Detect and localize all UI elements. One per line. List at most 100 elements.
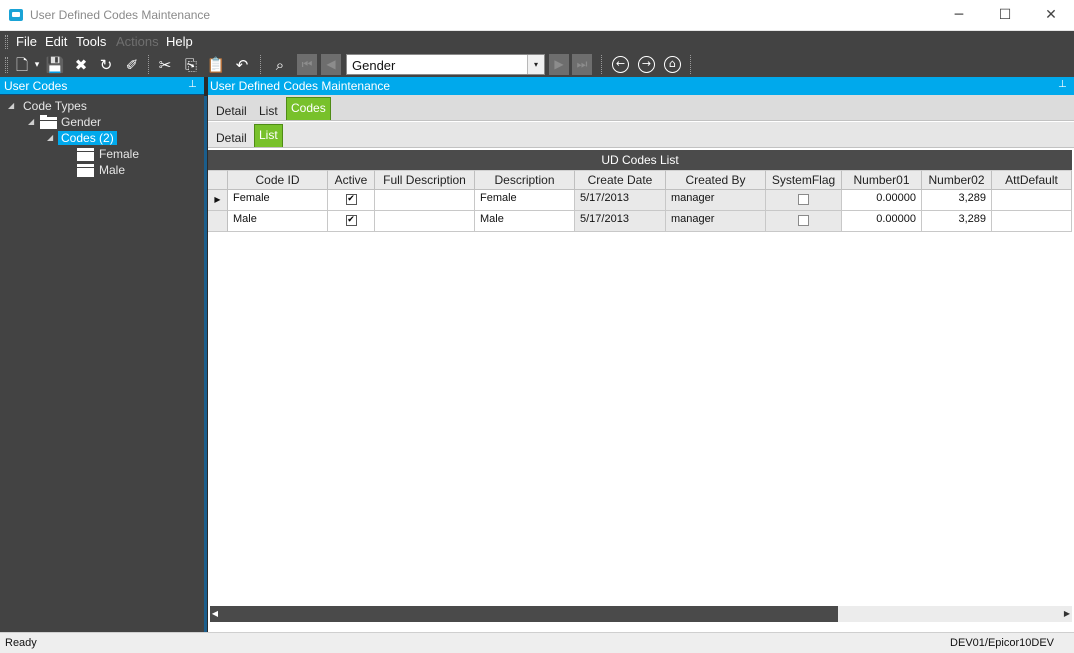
column-header-att-default[interactable]: AttDefault xyxy=(992,170,1072,190)
toolbar: 🗋 ▾ 💾 ✖ ↻ ✐ ✂ ⎘ 📋 ↶ ⌕ ⏮ ◀ Gender ▾ ▶ ⏭ ←… xyxy=(0,52,1074,77)
column-header-created-by[interactable]: Created By xyxy=(666,170,766,190)
record-select[interactable]: Gender ▾ xyxy=(346,54,545,75)
column-header-code-id[interactable]: Code ID xyxy=(228,170,328,190)
paste-icon[interactable]: 📋 xyxy=(206,55,226,75)
horizontal-scrollbar[interactable]: ◀ ▶ xyxy=(210,606,1072,622)
subtab-detail[interactable]: Detail xyxy=(216,131,247,145)
cell-code-id[interactable]: Female xyxy=(228,190,328,211)
cell-number01[interactable]: 0.00000 xyxy=(842,190,922,211)
table-row[interactable]: Male ✔ Male 5/17/2013 manager 0.00000 3,… xyxy=(208,211,1072,232)
active-checkbox[interactable]: ✔ xyxy=(345,194,357,205)
cell-created-by: manager xyxy=(666,190,766,211)
cell-description[interactable]: Male xyxy=(475,211,575,232)
toolbar-grip[interactable] xyxy=(5,57,8,73)
scroll-right-icon[interactable]: ▶ xyxy=(1062,606,1072,622)
record-select-value: Gender xyxy=(352,58,396,73)
user-codes-title: User Codes xyxy=(4,79,68,93)
row-selector-icon[interactable]: ▶ xyxy=(208,190,228,211)
maintenance-title: User Defined Codes Maintenance xyxy=(210,79,391,93)
main-tabs: Detail List Codes xyxy=(208,95,1074,121)
active-checkbox[interactable]: ✔ xyxy=(345,215,357,226)
cell-active[interactable]: ✔ xyxy=(328,190,375,211)
save-icon[interactable]: 💾 xyxy=(45,55,65,75)
cell-create-date: 5/17/2013 xyxy=(575,211,666,232)
menu-tools[interactable]: Tools xyxy=(76,34,106,49)
folder-icon xyxy=(40,115,57,129)
new-dropdown-icon[interactable]: ▾ xyxy=(33,55,41,75)
cell-number01[interactable]: 0.00000 xyxy=(842,211,922,232)
tree-node-label: Male xyxy=(99,163,126,177)
app-icon xyxy=(9,9,23,21)
tab-detail[interactable]: Detail xyxy=(216,104,247,118)
cut-icon[interactable]: ✂ xyxy=(155,55,175,75)
column-header-active[interactable]: Active xyxy=(328,170,375,190)
new-icon[interactable]: 🗋 xyxy=(12,55,32,75)
subtab-list[interactable]: List xyxy=(254,124,283,147)
table-row[interactable]: ▶ Female ✔ Female 5/17/2013 manager 0.00… xyxy=(208,190,1072,211)
status-text: Ready xyxy=(5,637,37,649)
column-header-system-flag[interactable]: SystemFlag xyxy=(766,170,842,190)
refresh-icon[interactable]: ↻ xyxy=(96,55,116,75)
column-header-number02[interactable]: Number02 xyxy=(922,170,992,190)
cell-number02[interactable]: 3,289 xyxy=(922,211,992,232)
system-flag-checkbox xyxy=(798,215,809,226)
status-bar: Ready DEV01/Epicor10DEV xyxy=(0,632,1074,653)
last-record-button[interactable]: ⏭ xyxy=(572,54,592,75)
back-icon[interactable]: ← xyxy=(612,56,629,73)
grid-header-row: Code ID Active Full Description Descript… xyxy=(208,170,1072,190)
close-button[interactable]: ✕ xyxy=(1028,0,1074,31)
cell-active[interactable]: ✔ xyxy=(328,211,375,232)
cell-number02[interactable]: 3,289 xyxy=(922,190,992,211)
maintenance-header: User Defined Codes Maintenance ⊥ xyxy=(208,77,1074,95)
menu-file[interactable]: File xyxy=(16,34,37,49)
expand-arrow-icon[interactable]: ◢ xyxy=(8,101,14,110)
column-header-number01[interactable]: Number01 xyxy=(842,170,922,190)
scrollbar-thumb[interactable] xyxy=(220,606,838,622)
home-icon[interactable]: ⌂ xyxy=(664,56,681,73)
chevron-down-icon[interactable]: ▾ xyxy=(527,55,544,74)
expand-arrow-icon[interactable]: ◢ xyxy=(28,117,34,126)
maximize-button[interactable]: ☐ xyxy=(982,0,1028,31)
cell-att-default[interactable] xyxy=(992,190,1072,211)
menu-help[interactable]: Help xyxy=(166,34,193,49)
minimize-button[interactable]: ─ xyxy=(936,0,982,31)
forward-icon[interactable]: → xyxy=(638,56,655,73)
menu-edit[interactable]: Edit xyxy=(45,34,67,49)
sub-tabs: Detail List xyxy=(208,122,1074,148)
column-header-description[interactable]: Description xyxy=(475,170,575,190)
menu-actions[interactable]: Actions xyxy=(116,34,159,49)
search-icon[interactable]: ⌕ xyxy=(270,55,290,75)
clear-icon[interactable]: ✐ xyxy=(122,55,142,75)
environment-label: DEV01/Epicor10DEV xyxy=(950,637,1054,649)
tab-codes[interactable]: Codes xyxy=(286,97,331,120)
user-codes-panel: User Codes ⊥ ◢ Code Types ◢ Gender ◢ Cod… xyxy=(0,77,204,632)
undo-icon[interactable]: ↶ xyxy=(232,55,252,75)
pin-icon[interactable]: ⊥ xyxy=(1058,79,1067,90)
cell-code-id[interactable]: Male xyxy=(228,211,328,232)
next-record-button[interactable]: ▶ xyxy=(549,54,569,75)
first-record-button[interactable]: ⏮ xyxy=(297,54,317,75)
row-selector[interactable] xyxy=(208,211,228,232)
scroll-left-icon[interactable]: ◀ xyxy=(210,606,220,622)
tab-list[interactable]: List xyxy=(259,104,278,118)
column-header-selector xyxy=(208,170,228,190)
delete-icon[interactable]: ✖ xyxy=(71,55,91,75)
grid-caption: UD Codes List xyxy=(208,150,1072,170)
tree-node-label: Female xyxy=(99,147,140,161)
copy-icon[interactable]: ⎘ xyxy=(181,55,201,75)
toolbar-separator xyxy=(690,55,691,74)
column-header-full-description[interactable]: Full Description xyxy=(375,170,475,190)
pin-icon[interactable]: ⊥ xyxy=(188,79,197,90)
column-header-create-date[interactable]: Create Date xyxy=(575,170,666,190)
cell-att-default[interactable] xyxy=(992,211,1072,232)
cell-description[interactable]: Female xyxy=(475,190,575,211)
cell-full-description[interactable] xyxy=(375,211,475,232)
previous-record-button[interactable]: ◀ xyxy=(321,54,341,75)
toolbar-separator xyxy=(148,55,149,74)
user-codes-header: User Codes ⊥ xyxy=(0,77,204,95)
menu-grip[interactable] xyxy=(5,35,8,49)
tree-node-label: Code Types xyxy=(23,99,87,113)
splitter-accent xyxy=(204,96,207,632)
expand-arrow-icon[interactable]: ◢ xyxy=(47,133,53,142)
cell-full-description[interactable] xyxy=(375,190,475,211)
